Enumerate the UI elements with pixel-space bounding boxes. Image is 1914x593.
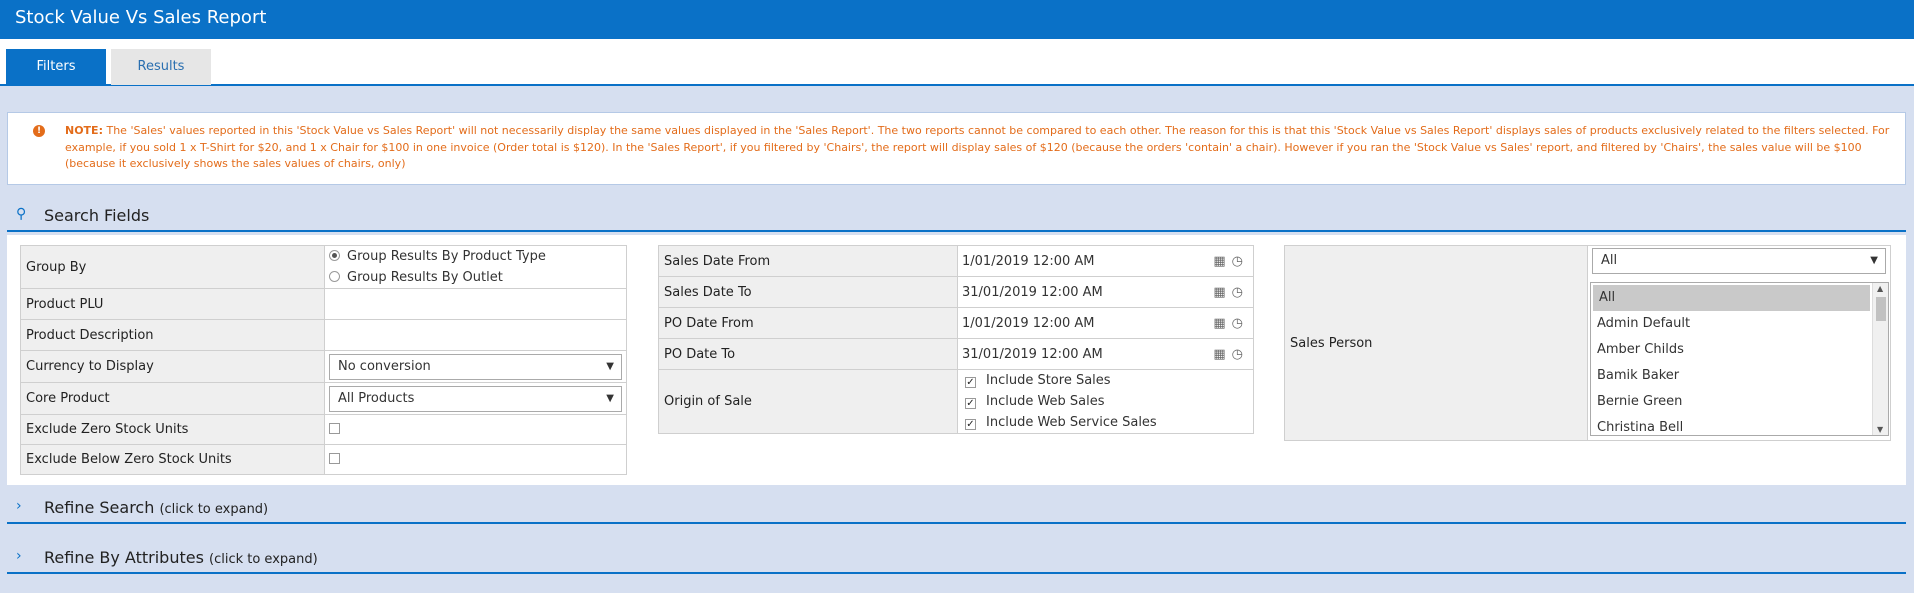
po-date-to-label: PO Date To xyxy=(658,338,958,370)
po-date-to-field[interactable]: 31/01/2019 12:00 AM ▦◷ xyxy=(957,338,1254,370)
group-by-outlet-label: Group Results By Outlet xyxy=(347,270,503,285)
report-note: ! NOTE: The 'Sales' values reported in t… xyxy=(7,112,1906,185)
include-web-service-sales-label: Include Web Service Sales xyxy=(986,415,1157,430)
include-store-sales-option[interactable]: ✓ Include Store Sales xyxy=(965,370,1249,391)
include-store-sales-checkbox[interactable]: ✓ xyxy=(965,377,976,388)
include-web-service-sales-option[interactable]: ✓ Include Web Service Sales xyxy=(965,412,1249,433)
chevron-right-icon: › xyxy=(16,548,22,564)
product-plu-label: Product PLU xyxy=(20,288,325,320)
product-description-input[interactable] xyxy=(324,319,627,351)
clock-icon[interactable]: ◷ xyxy=(1232,316,1249,331)
exclamation-icon: ! xyxy=(33,125,45,137)
clock-icon[interactable]: ◷ xyxy=(1232,285,1249,300)
refine-search-hint: (click to expand) xyxy=(159,502,269,517)
po-date-from-value: 1/01/2019 12:00 AM xyxy=(962,315,1095,331)
po-date-to-value: 31/01/2019 12:00 AM xyxy=(962,346,1103,362)
group-by-outlet-option[interactable]: Group Results By Outlet xyxy=(329,267,622,288)
chevron-down-icon: ▼ xyxy=(1870,255,1878,266)
core-product-select[interactable]: All Products ▼ xyxy=(329,385,622,412)
chevron-down-icon: ▼ xyxy=(606,360,614,372)
refine-attributes-title: Refine By Attributes xyxy=(44,548,204,567)
tab-strip: Filters Results xyxy=(0,39,1914,86)
scroll-up-icon[interactable]: ▲ xyxy=(1877,284,1883,293)
group-by-options: Group Results By Product Type Group Resu… xyxy=(324,245,627,289)
list-item[interactable]: Bamik Baker xyxy=(1591,363,1870,389)
sales-person-dropdown-value: All xyxy=(1601,253,1618,268)
refine-search-title: Refine Search xyxy=(44,498,155,517)
page-title: Stock Value Vs Sales Report xyxy=(15,7,267,28)
clock-icon[interactable]: ◷ xyxy=(1232,254,1249,269)
group-by-product-type-option[interactable]: Group Results By Product Type xyxy=(329,246,622,267)
search-fields-title: Search Fields xyxy=(44,206,150,225)
refine-search-header[interactable]: › Refine Search (click to expand) xyxy=(7,491,1906,524)
list-item[interactable]: Amber Childs xyxy=(1591,337,1870,363)
exclude-below-zero-label: Exclude Below Zero Stock Units xyxy=(20,444,325,475)
list-item[interactable]: Christina Bell xyxy=(1591,415,1870,435)
scrollbar-thumb[interactable] xyxy=(1876,297,1886,321)
group-by-product-type-label: Group Results By Product Type xyxy=(347,249,546,264)
origin-of-sale-label: Origin of Sale xyxy=(658,369,958,434)
sales-date-from-value: 1/01/2019 12:00 AM xyxy=(962,253,1095,269)
calendar-icon[interactable]: ▦ xyxy=(1213,347,1231,362)
list-item[interactable]: All xyxy=(1593,285,1870,311)
date-filter-table: Sales Date From 1/01/2019 12:00 AM ▦◷ Sa… xyxy=(658,245,1254,434)
include-web-sales-option[interactable]: ✓ Include Web Sales xyxy=(965,391,1249,412)
refine-attributes-hint: (click to expand) xyxy=(209,552,318,567)
sales-person-label: Sales Person xyxy=(1284,245,1588,441)
core-product-label: Core Product xyxy=(20,382,325,415)
sales-date-to-field[interactable]: 31/01/2019 12:00 AM ▦◷ xyxy=(957,276,1254,308)
exclude-below-zero-checkbox[interactable] xyxy=(329,453,340,464)
currency-label: Currency to Display xyxy=(20,350,325,383)
include-web-sales-checkbox[interactable]: ✓ xyxy=(965,398,976,409)
left-filter-table: Group By Group Results By Product Type G… xyxy=(20,245,627,475)
po-date-from-label: PO Date From xyxy=(658,307,958,339)
include-web-sales-label: Include Web Sales xyxy=(986,394,1105,409)
sales-date-to-label: Sales Date To xyxy=(658,276,958,308)
listbox-scrollbar[interactable]: ▲ ▼ xyxy=(1872,283,1888,435)
radio-icon[interactable] xyxy=(329,250,340,261)
tab-filters[interactable]: Filters xyxy=(6,49,106,85)
search-fields-header: ⚲ Search Fields xyxy=(7,199,1906,232)
list-item[interactable]: Admin Default xyxy=(1591,311,1870,337)
note-text: The 'Sales' values reported in this 'Sto… xyxy=(65,124,1890,170)
group-by-label: Group By xyxy=(20,245,325,289)
include-store-sales-label: Include Store Sales xyxy=(986,373,1111,388)
refine-attributes-header[interactable]: › Refine By Attributes (click to expand) xyxy=(7,541,1906,574)
list-item[interactable]: Bernie Green xyxy=(1591,389,1870,415)
sales-date-from-label: Sales Date From xyxy=(658,245,958,277)
product-plu-input[interactable] xyxy=(324,288,627,320)
tab-results[interactable]: Results xyxy=(111,49,211,85)
product-description-label: Product Description xyxy=(20,319,325,351)
chevron-down-icon: ▼ xyxy=(606,392,614,404)
exclude-zero-checkbox[interactable] xyxy=(329,423,340,434)
origin-of-sale-options: ✓ Include Store Sales ✓ Include Web Sales … xyxy=(957,369,1254,434)
clock-icon[interactable]: ◷ xyxy=(1232,347,1249,362)
calendar-icon[interactable]: ▦ xyxy=(1213,285,1231,300)
sales-person-listbox[interactable]: All Admin Default Amber Childs Bamik Bak… xyxy=(1590,282,1889,436)
note-lead: NOTE: xyxy=(65,124,103,137)
currency-value: No conversion xyxy=(338,358,431,374)
include-web-service-sales-checkbox[interactable]: ✓ xyxy=(965,419,976,430)
chevron-right-icon: › xyxy=(16,498,22,514)
calendar-icon[interactable]: ▦ xyxy=(1213,316,1231,331)
sales-date-to-value: 31/01/2019 12:00 AM xyxy=(962,284,1103,300)
page-title-bar: Stock Value Vs Sales Report xyxy=(0,0,1914,39)
currency-select[interactable]: No conversion ▼ xyxy=(329,353,622,380)
sales-date-from-field[interactable]: 1/01/2019 12:00 AM ▦◷ xyxy=(957,245,1254,277)
core-product-value: All Products xyxy=(338,390,415,406)
sales-person-select[interactable]: All ▼ xyxy=(1592,248,1886,274)
calendar-icon[interactable]: ▦ xyxy=(1213,254,1231,269)
search-icon: ⚲ xyxy=(16,206,27,222)
exclude-zero-label: Exclude Zero Stock Units xyxy=(20,414,325,445)
radio-icon[interactable] xyxy=(329,271,340,282)
po-date-from-field[interactable]: 1/01/2019 12:00 AM ▦◷ xyxy=(957,307,1254,339)
scroll-down-icon[interactable]: ▼ xyxy=(1877,425,1883,434)
